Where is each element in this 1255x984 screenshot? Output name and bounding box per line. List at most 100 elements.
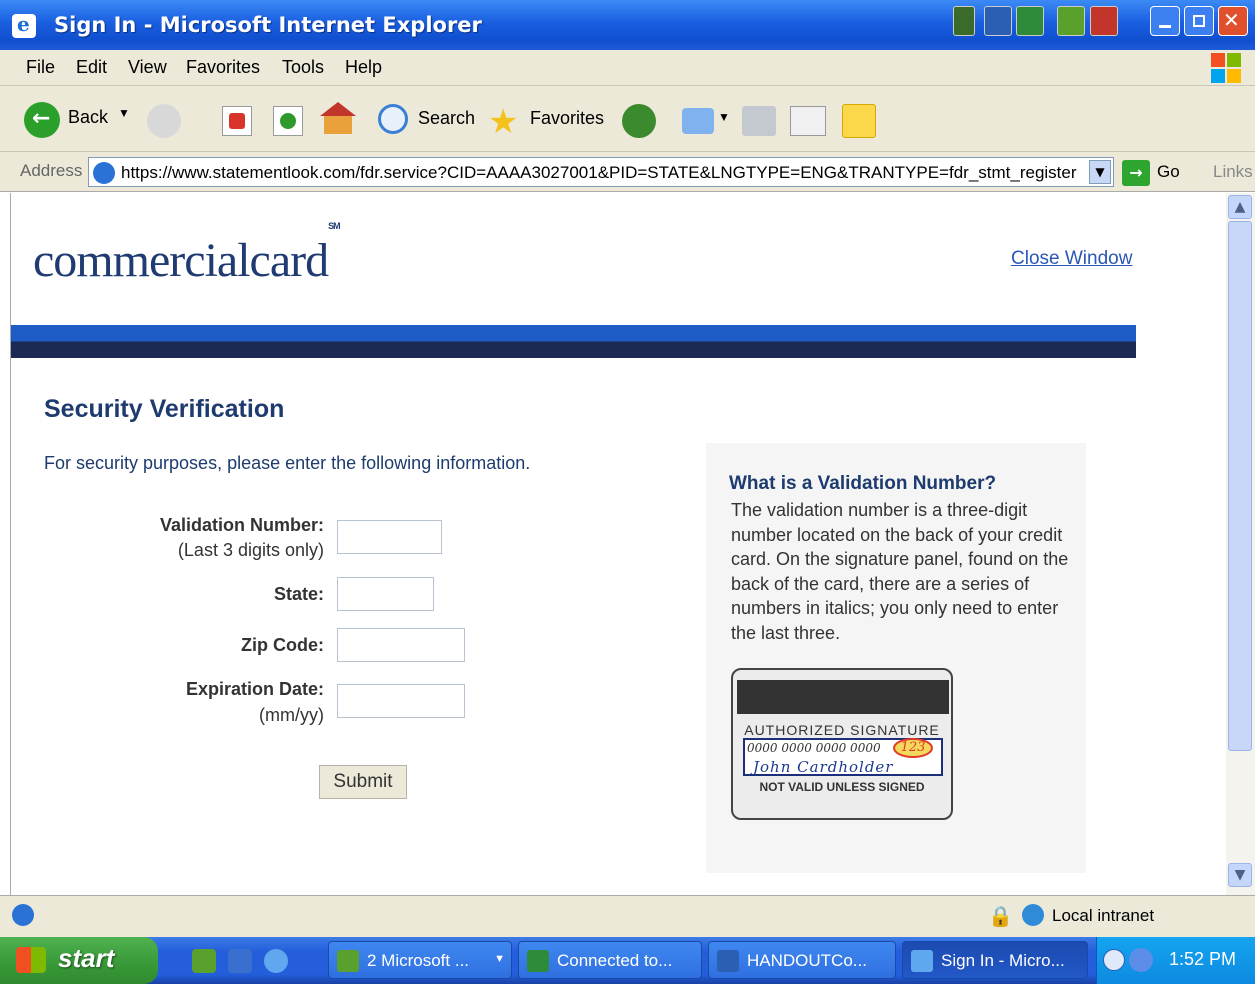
start-label: start (58, 943, 115, 973)
stop-icon[interactable] (222, 106, 252, 136)
windows-logo-icon (1211, 53, 1241, 83)
menu-help[interactable]: Help (345, 57, 382, 78)
go-button[interactable]: Go (1157, 162, 1180, 182)
task-label: Sign In - Micro... (941, 951, 1065, 970)
zip-code-label: Zip Code: (241, 635, 324, 655)
task-group-dropdown-icon[interactable]: ▼ (494, 953, 505, 965)
expiration-date-hint: (mm/yy) (259, 705, 324, 725)
address-dropdown-icon[interactable]: ▼ (1089, 160, 1111, 184)
refresh-icon[interactable] (273, 106, 303, 136)
menu-edit[interactable]: Edit (76, 57, 107, 78)
back-button[interactable]: Back (68, 107, 108, 128)
mail-icon[interactable] (682, 108, 714, 134)
discuss-icon[interactable] (842, 104, 876, 138)
menu-view[interactable]: View (128, 57, 167, 78)
back-arrow-icon[interactable]: ← (24, 102, 60, 138)
task-sign-in[interactable]: Sign In - Micro... (902, 941, 1088, 979)
intranet-globe-icon (1022, 904, 1044, 926)
submit-button[interactable]: Submit (319, 765, 407, 799)
connection-task-icon (527, 950, 549, 972)
task-label: 2 Microsoft ... (367, 951, 470, 970)
state-label: State: (273, 584, 324, 604)
logo-service-mark: SM (328, 221, 340, 231)
print-icon[interactable] (742, 106, 776, 136)
toolbar: ← Back ▼ Search ★ Favorites ▼ (0, 86, 1255, 152)
validation-number-input[interactable] (337, 520, 442, 554)
menu-file[interactable]: File (26, 57, 55, 78)
edit-icon[interactable] (790, 106, 826, 136)
tray-chevron-icon[interactable] (1103, 949, 1125, 971)
scroll-up-icon[interactable]: ▲ (1228, 195, 1252, 219)
close-button[interactable]: ✕ (1218, 6, 1248, 36)
project-icon[interactable] (1057, 6, 1085, 36)
window-title: Sign In - Microsoft Internet Explorer (54, 13, 482, 37)
favorites-button[interactable]: Favorites (530, 108, 604, 129)
page-content: commercialcard SM Close Window Security V… (10, 193, 1226, 895)
menu-tools[interactable]: Tools (282, 57, 324, 78)
address-bar: Address https://www.statementlook.com/fd… (0, 152, 1255, 192)
system-tray: 1:52 PM (1096, 937, 1255, 984)
not-valid-text: NOT VALID UNLESS SIGNED (759, 780, 925, 794)
task-microsoft[interactable]: 2 Microsoft ... ▼ (328, 941, 512, 979)
back-dropdown-icon[interactable]: ▼ (118, 106, 130, 120)
signature-panel: 0000 0000 0000 0000 123 John Cardholder (743, 738, 943, 776)
address-url[interactable]: https://www.statementlook.com/fdr.servic… (121, 163, 1077, 183)
close-window-link[interactable]: Close Window (1011, 248, 1132, 270)
intro-text: For security purposes, please enter the … (44, 453, 531, 473)
page-icon (93, 162, 115, 184)
state-input[interactable] (337, 577, 434, 611)
help-title: What is a Validation Number? (729, 473, 997, 494)
scroll-down-icon[interactable]: ▼ (1228, 863, 1252, 887)
ie-window: Sign In - Microsoft Internet Explorer ✕ … (0, 0, 1255, 984)
page-title: Security Verification (44, 395, 285, 423)
project-task-icon (337, 950, 359, 972)
quicklaunch-ie-icon[interactable] (264, 949, 288, 973)
card-numbers: 0000 0000 0000 0000 (747, 741, 881, 755)
access-icon[interactable] (1090, 6, 1118, 36)
clock: 1:52 PM (1169, 949, 1237, 969)
title-bar: Sign In - Microsoft Internet Explorer ✕ (0, 0, 1255, 50)
links-button[interactable]: Links (1213, 162, 1253, 182)
security-zone: Local intranet (1052, 906, 1155, 925)
expiration-date-label: Expiration Date: (185, 679, 324, 699)
scroll-thumb[interactable] (1228, 221, 1252, 751)
address-input[interactable]: https://www.statementlook.com/fdr.servic… (88, 157, 1114, 187)
search-icon[interactable] (378, 104, 408, 134)
menu-favorites[interactable]: Favorites (186, 57, 260, 78)
forward-arrow-icon[interactable] (147, 104, 181, 138)
expiration-date-input[interactable] (337, 684, 465, 718)
windows-flag-icon (16, 947, 46, 973)
mail-dropdown-icon[interactable]: ▼ (718, 110, 730, 124)
favorites-star-icon[interactable]: ★ (488, 102, 518, 142)
zip-code-input[interactable] (337, 628, 465, 662)
task-label: Connected to... (557, 951, 673, 970)
status-bar: 🔒 Local intranet (0, 895, 1255, 937)
media-icon[interactable] (622, 104, 656, 138)
tray-network-icon[interactable] (1129, 948, 1153, 972)
quicklaunch-desktop-icon[interactable] (228, 949, 252, 973)
word-task-icon (717, 950, 739, 972)
taskbar-app-icon[interactable] (953, 6, 975, 36)
minimize-button[interactable] (1150, 6, 1180, 36)
commercialcard-logo: commercialcard SM (33, 221, 341, 288)
go-arrow-icon[interactable]: → (1122, 160, 1150, 186)
task-label: HANDOUTCo... (747, 951, 867, 970)
task-handout[interactable]: HANDOUTCo... (708, 941, 896, 979)
validation-number-hint: (Last 3 digits only) (177, 540, 324, 560)
task-connected[interactable]: Connected to... (518, 941, 702, 979)
home-icon[interactable] (320, 102, 356, 136)
word-icon[interactable] (984, 6, 1012, 36)
menu-bar: File Edit View Favorites Tools Help (0, 50, 1255, 86)
search-button[interactable]: Search (418, 108, 475, 129)
vertical-scrollbar[interactable]: ▲ ▼ (1226, 193, 1255, 895)
start-button[interactable]: start (0, 937, 158, 984)
ie-icon (12, 12, 36, 38)
help-text: The validation number is a three-digit n… (731, 500, 1069, 643)
validation-number-label: Validation Number: (159, 515, 324, 535)
lock-icon: 🔒 (988, 904, 1013, 928)
magnetic-stripe (737, 680, 949, 714)
excel-icon[interactable] (1016, 6, 1044, 36)
quicklaunch-project-icon[interactable] (192, 949, 216, 973)
card-back-illustration: AUTHORIZED SIGNATURE 0000 0000 0000 0000… (731, 668, 953, 820)
restore-button[interactable] (1184, 6, 1214, 36)
